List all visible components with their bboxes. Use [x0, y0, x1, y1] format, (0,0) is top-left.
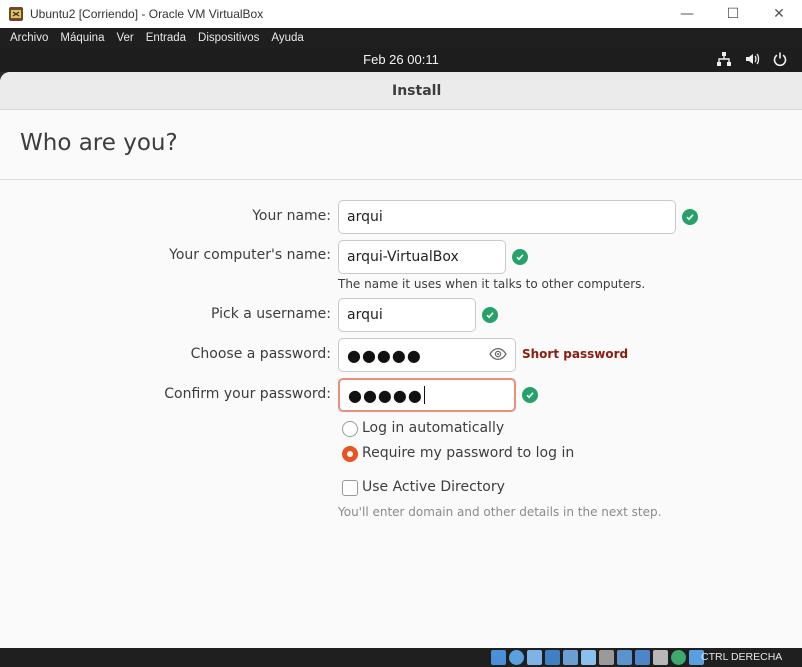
- menu-maquina[interactable]: Máquina: [54, 32, 110, 44]
- network-status-icon[interactable]: [545, 650, 560, 665]
- power-icon: [772, 51, 788, 67]
- network-icon: [716, 51, 732, 67]
- heading-divider: [0, 179, 802, 180]
- close-button[interactable]: ✕: [756, 0, 802, 28]
- your-name-label: Your name:: [252, 208, 331, 224]
- host-key-label: CTRL DERECHA: [701, 651, 783, 663]
- text-caret: [423, 386, 425, 404]
- screen-status-icon[interactable]: [635, 650, 650, 665]
- window-titlebar: Ubuntu2 [Corriendo] - Oracle VM VirtualB…: [0, 0, 802, 28]
- computer-name-hint: The name it uses when it talks to other …: [338, 277, 646, 291]
- minimize-button[interactable]: —: [664, 0, 710, 28]
- computer-name-value: arqui-VirtualBox: [347, 249, 459, 265]
- confirm-password-input[interactable]: ●●●●●: [338, 378, 516, 412]
- installer-header: Install: [0, 72, 802, 110]
- computer-name-input[interactable]: arqui-VirtualBox: [338, 240, 506, 274]
- active-directory-checkbox[interactable]: [342, 480, 358, 496]
- computer-name-valid-icon: [512, 249, 528, 265]
- your-name-valid-icon: [682, 209, 698, 225]
- confirm-password-value: ●●●●●: [348, 385, 423, 405]
- virtualbox-app-icon: [8, 6, 24, 22]
- volume-icon: [744, 51, 760, 67]
- active-directory-label[interactable]: Use Active Directory: [362, 479, 505, 495]
- confirm-password-label: Confirm your password:: [164, 386, 331, 402]
- window-title: Ubuntu2 [Corriendo] - Oracle VM VirtualB…: [30, 7, 264, 21]
- login-auto-label[interactable]: Log in automatically: [362, 420, 504, 436]
- password-input[interactable]: ●●●●●: [338, 338, 516, 372]
- password-label: Choose a password:: [190, 346, 331, 362]
- vbox-statusbar: CTRL DERECHA: [0, 648, 802, 667]
- login-auto-radio[interactable]: [342, 421, 358, 437]
- menu-dispositivos[interactable]: Dispositivos: [192, 32, 265, 44]
- installer-title: Install: [392, 83, 442, 99]
- menu-entrada[interactable]: Entrada: [140, 32, 192, 44]
- username-valid-icon: [482, 307, 498, 323]
- password-value: ●●●●●: [347, 345, 422, 365]
- recording-status-icon[interactable]: [617, 650, 632, 665]
- show-password-icon[interactable]: [489, 347, 507, 361]
- menu-archivo[interactable]: Archivo: [4, 32, 54, 44]
- mouse-integration-status-icon[interactable]: [671, 650, 686, 665]
- page-heading: Who are you?: [20, 130, 178, 156]
- usb-status-icon[interactable]: [563, 650, 578, 665]
- username-input[interactable]: arqui: [338, 298, 476, 332]
- menu-ayuda[interactable]: Ayuda: [265, 32, 309, 44]
- harddisk-status-icon[interactable]: [491, 650, 506, 665]
- require-password-radio[interactable]: [342, 446, 358, 462]
- menu-ver[interactable]: Ver: [110, 32, 139, 44]
- password-strength: Short password: [522, 347, 629, 361]
- virtualization-status-icon[interactable]: [653, 650, 668, 665]
- optical-drive-status-icon[interactable]: [509, 650, 524, 665]
- your-name-input[interactable]: arqui: [338, 200, 676, 234]
- active-directory-hint: You'll enter domain and other details in…: [338, 505, 662, 519]
- confirm-password-valid-icon: [522, 387, 538, 403]
- your-name-value: arqui: [347, 209, 383, 225]
- computer-name-label: Your computer's name:: [169, 247, 331, 263]
- audio-status-icon[interactable]: [527, 650, 542, 665]
- clock[interactable]: Feb 26 00:11: [0, 52, 802, 67]
- display-status-icon[interactable]: [599, 650, 614, 665]
- maximize-button[interactable]: ☐: [710, 0, 756, 28]
- shared-folders-status-icon[interactable]: [581, 650, 596, 665]
- vbox-menubar: Archivo Máquina Ver Entrada Dispositivos…: [0, 28, 802, 48]
- installer-window: Install Who are you? Your name: arqui Yo…: [0, 72, 802, 648]
- require-password-label[interactable]: Require my password to log in: [362, 445, 574, 461]
- gnome-topbar: Feb 26 00:11: [0, 48, 802, 72]
- system-tray[interactable]: [716, 51, 788, 67]
- username-label: Pick a username:: [210, 306, 331, 322]
- username-value: arqui: [347, 307, 383, 323]
